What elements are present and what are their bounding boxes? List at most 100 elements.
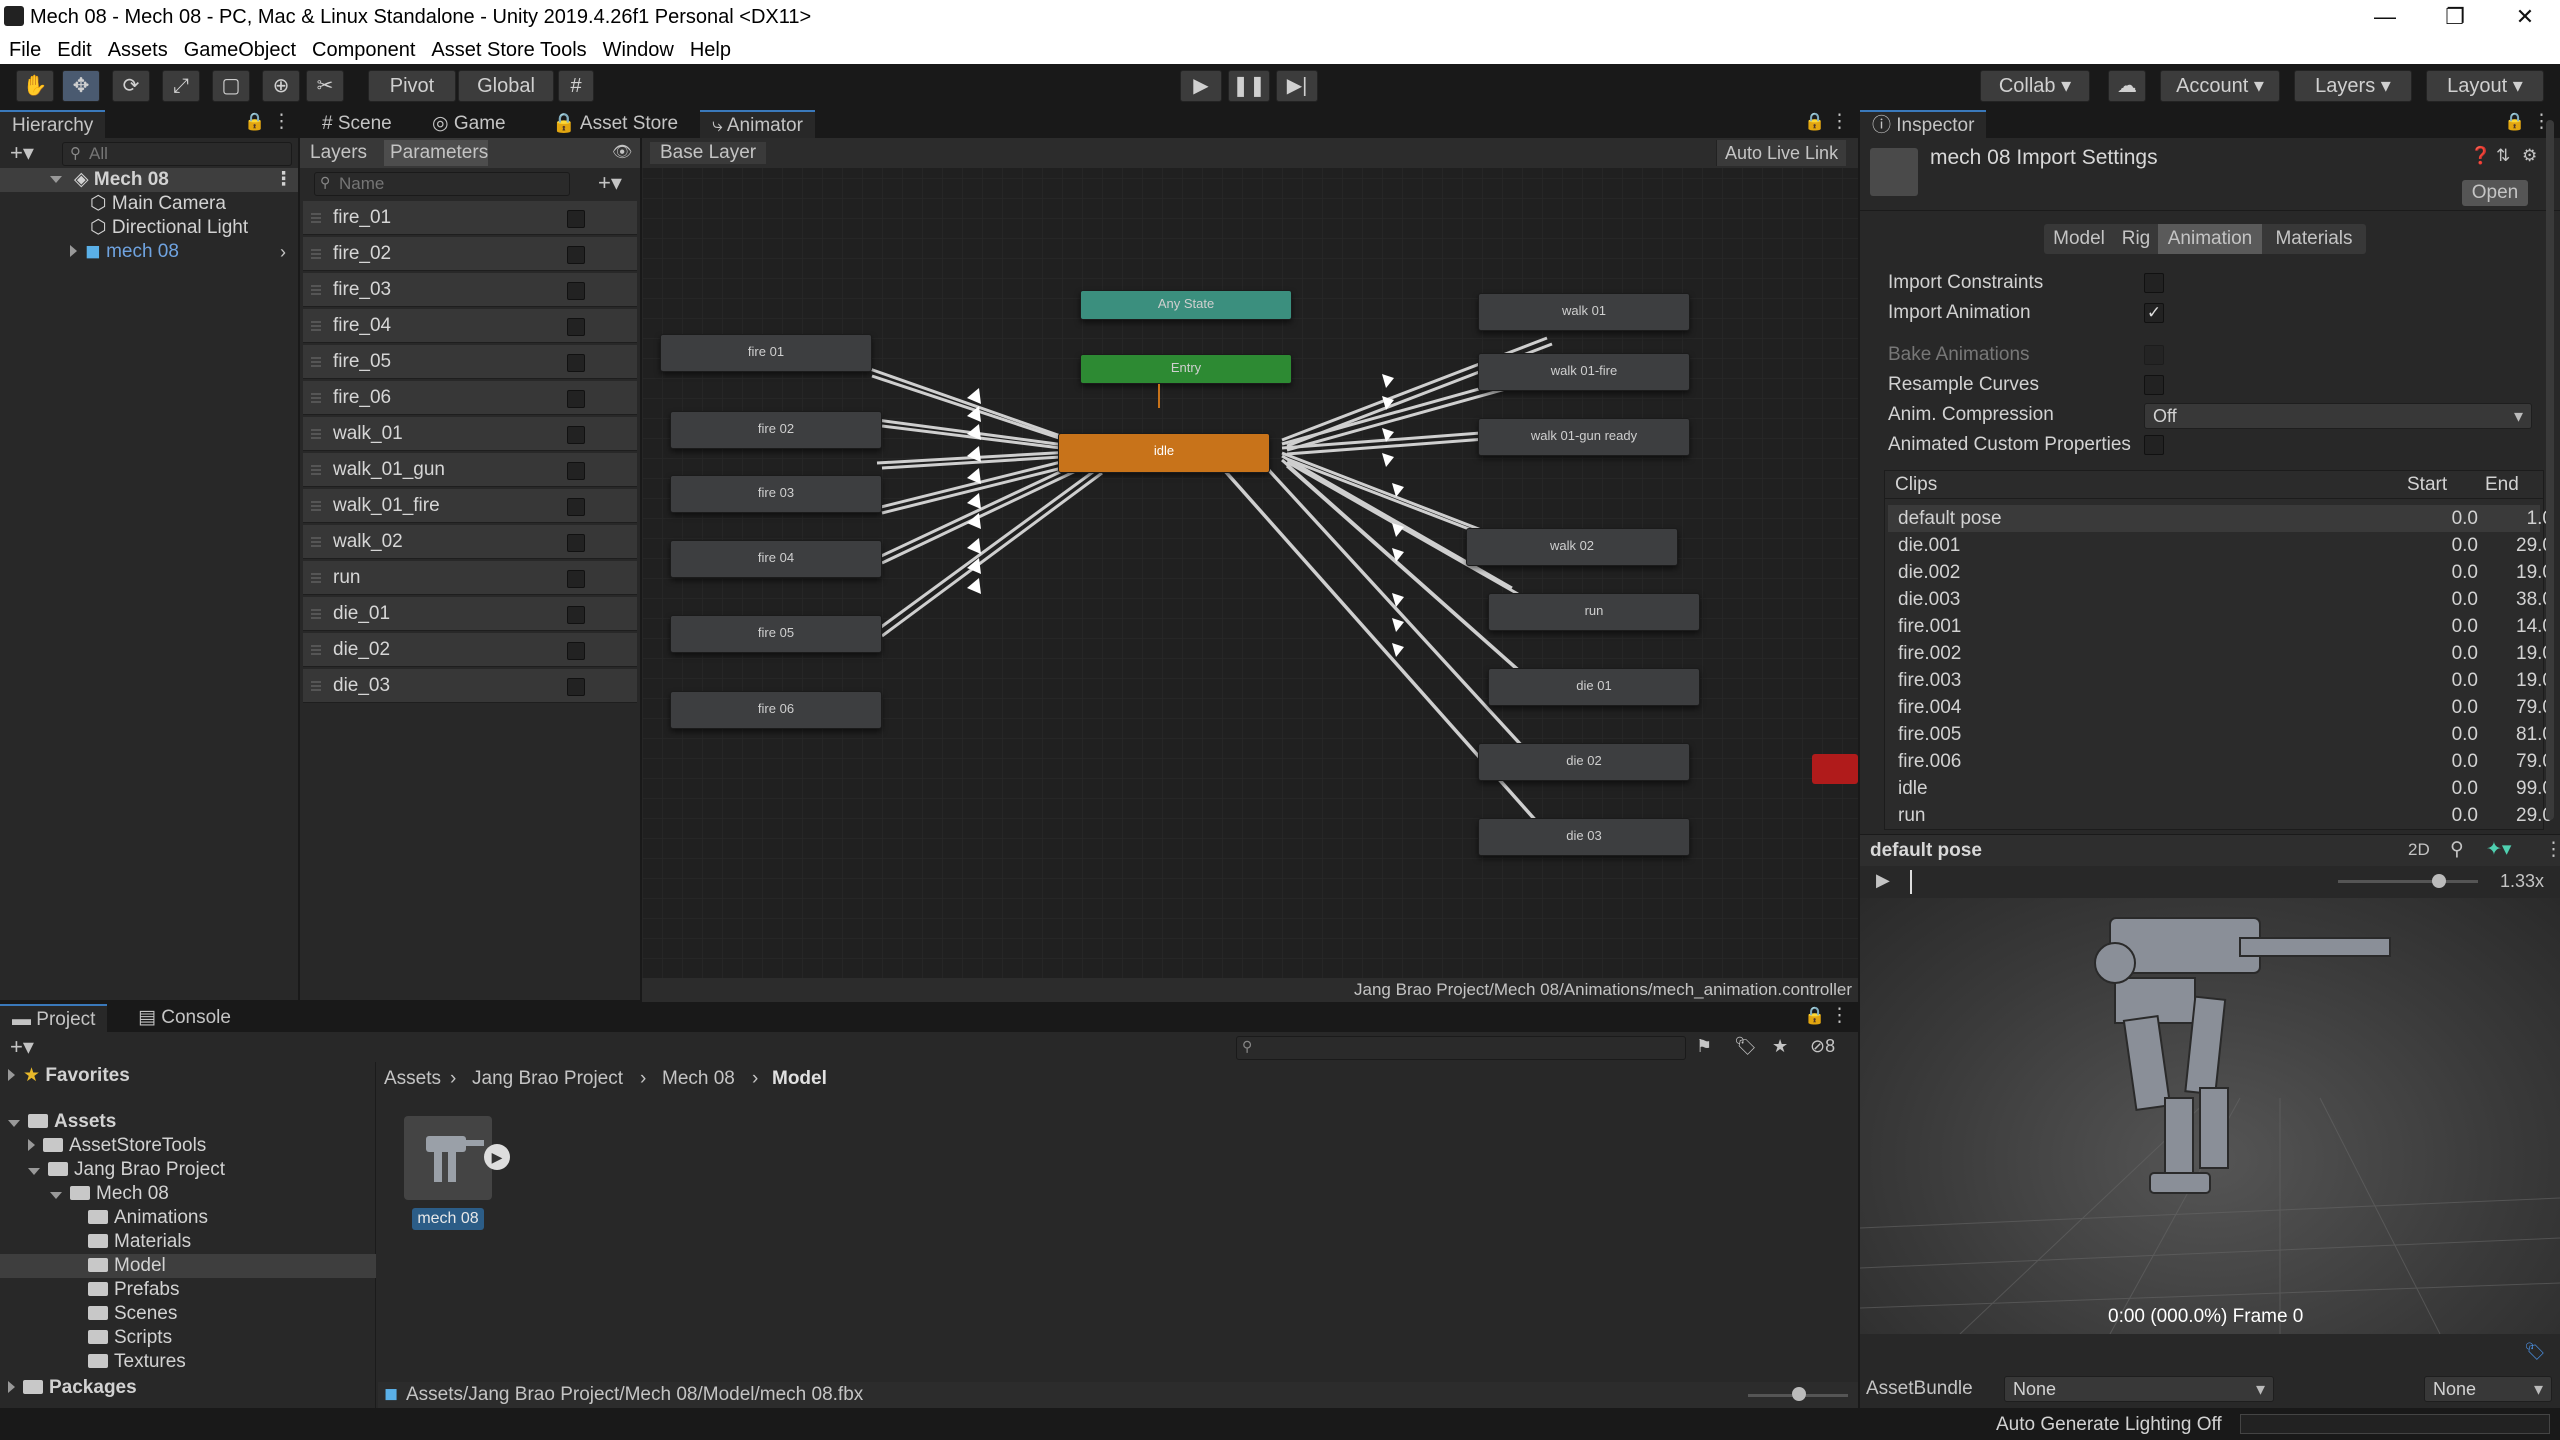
state-walk-01-gun-ready[interactable]: walk 01-gun ready	[1478, 418, 1690, 456]
tree-folder-animations[interactable]: Animations	[88, 1206, 208, 1230]
favorite-star-icon[interactable]: ★	[1772, 1036, 1788, 1057]
menu-asset-store-tools[interactable]: Asset Store Tools	[422, 34, 593, 62]
assetbundle-dropdown[interactable]: None	[2004, 1376, 2274, 1402]
parameter-checkbox[interactable]	[567, 210, 585, 228]
drag-grip-icon[interactable]	[311, 469, 321, 471]
tree-folder-prefabs[interactable]: Prefabs	[88, 1278, 179, 1302]
clip-row[interactable]: default pose 0.0 1.0	[1888, 505, 2553, 532]
tab-hierarchy[interactable]: Hierarchy	[0, 110, 106, 138]
state-fire-05[interactable]: fire 05	[670, 615, 882, 653]
animated-custom-properties-checkbox[interactable]	[2144, 435, 2164, 455]
parameter-row[interactable]: walk_01_fire	[303, 489, 637, 523]
chevron-right-icon[interactable]: ›	[280, 242, 286, 263]
drag-grip-icon[interactable]	[311, 217, 321, 219]
rotate-tool-icon[interactable]: ⟳	[112, 70, 150, 102]
bake-animations-checkbox[interactable]	[2144, 345, 2164, 365]
tab-inspector[interactable]: ⓘ Inspector	[1860, 110, 1987, 138]
parameter-checkbox[interactable]	[567, 678, 585, 696]
move-tool-icon[interactable]: ✥	[62, 70, 100, 102]
clip-row[interactable]: idle 0.0 99.0	[1888, 775, 2553, 802]
state-idle[interactable]: idle	[1058, 433, 1270, 473]
tab-model[interactable]: Model	[2044, 224, 2114, 254]
parameter-row[interactable]: fire_04	[303, 309, 637, 343]
clip-row[interactable]: fire.001 0.0 14.0	[1888, 613, 2553, 640]
drag-grip-icon[interactable]	[311, 649, 321, 651]
tree-folder-scenes[interactable]: Scenes	[88, 1302, 177, 1326]
menu-component[interactable]: Component	[303, 34, 422, 62]
project-search-input[interactable]	[1236, 1036, 1686, 1060]
drag-grip-icon[interactable]	[311, 289, 321, 291]
asset-thumbnail[interactable]	[404, 1116, 492, 1200]
layers-dropdown[interactable]: Layers ▾	[2294, 70, 2412, 102]
breadcrumb-model[interactable]: Model	[772, 1068, 827, 1090]
label-tag-icon[interactable]: 🏷	[2524, 1342, 2546, 1362]
mode-2d-toggle[interactable]: 2D	[2408, 840, 2430, 860]
panel-menu-icon[interactable]: ⋮	[272, 110, 291, 133]
state-die-03[interactable]: die 03	[1478, 818, 1690, 856]
drag-grip-icon[interactable]	[311, 433, 321, 435]
scene-row[interactable]: ◈ Mech 08 ⋮	[0, 168, 298, 192]
tab-animation[interactable]: Animation	[2158, 224, 2262, 254]
panel-menu-icon[interactable]: ⋮	[1830, 1004, 1849, 1027]
tab-rig[interactable]: Rig	[2114, 224, 2158, 254]
inspector-scrollbar[interactable]	[2546, 120, 2554, 820]
parameter-checkbox[interactable]	[567, 390, 585, 408]
tree-assets[interactable]: Assets	[8, 1110, 116, 1134]
breadcrumb-mech-08[interactable]: Mech 08	[662, 1068, 735, 1090]
clip-row[interactable]: fire.003 0.0 19.0	[1888, 667, 2553, 694]
menu-window[interactable]: Window	[594, 34, 681, 62]
breadcrumb-jang-brao-project[interactable]: Jang Brao Project	[472, 1068, 623, 1090]
filter-label-icon[interactable]: 🏷	[1734, 1036, 1757, 1057]
tab-scene[interactable]: # Scene	[310, 110, 404, 138]
parameter-row[interactable]: fire_06	[303, 381, 637, 415]
state-walk-01[interactable]: walk 01	[1478, 293, 1690, 331]
tree-folder-model[interactable]: Model	[0, 1254, 376, 1278]
tree-packages[interactable]: Packages	[8, 1376, 137, 1400]
clip-row[interactable]: die.003 0.0 38.0	[1888, 586, 2553, 613]
create-add-icon[interactable]: +▾	[10, 1034, 34, 1060]
play-button[interactable]: ▶	[1180, 70, 1222, 102]
clip-row[interactable]: die.001 0.0 29.0	[1888, 532, 2553, 559]
close-button[interactable]: ✕	[2490, 0, 2560, 34]
parameter-row[interactable]: fire_02	[303, 237, 637, 271]
lock-icon[interactable]: 🔒	[2504, 112, 2525, 132]
drag-grip-icon[interactable]	[311, 325, 321, 327]
hierarchy-item-directional-light[interactable]: ⬡ Directional Light	[90, 216, 248, 240]
tab-game[interactable]: ◎ Game	[420, 110, 518, 138]
tree-folder-textures[interactable]: Textures	[88, 1350, 186, 1374]
state-fire-01[interactable]: fire 01	[660, 334, 872, 372]
state-walk-02[interactable]: walk 02	[1466, 528, 1678, 566]
drag-grip-icon[interactable]	[311, 577, 321, 579]
pivot-icon[interactable]: ⚲	[2450, 838, 2464, 861]
open-button[interactable]: Open	[2462, 180, 2528, 206]
tab-animator[interactable]: ⤷ Animator	[700, 110, 815, 138]
parameter-search-input[interactable]	[314, 172, 570, 196]
panel-menu-icon[interactable]: ⋮	[1830, 110, 1849, 133]
tree-favorites[interactable]: ★ Favorites	[8, 1064, 130, 1088]
tab-asset-store[interactable]: 🔒 Asset Store	[540, 110, 690, 138]
grid-snap-icon[interactable]: #	[558, 70, 594, 102]
account-dropdown[interactable]: Account ▾	[2160, 70, 2280, 102]
drag-grip-icon[interactable]	[311, 541, 321, 543]
parameter-row[interactable]: walk_01_gun	[303, 453, 637, 487]
state-run[interactable]: run	[1488, 593, 1700, 631]
state-fire-02[interactable]: fire 02	[670, 411, 882, 449]
parameter-checkbox[interactable]	[567, 246, 585, 264]
icon-size-slider-handle[interactable]	[1792, 1387, 1806, 1401]
asset-name[interactable]: mech 08	[412, 1208, 484, 1230]
scene-menu-icon[interactable]: ⋮	[274, 168, 293, 192]
animator-graph[interactable]: Base Layer Auto Live Link Any State Entr…	[642, 138, 1858, 1000]
help-icon[interactable]: ❓	[2470, 146, 2491, 166]
presets-icon[interactable]: ⇅	[2496, 146, 2510, 166]
speed-slider[interactable]	[2338, 880, 2478, 883]
state-fire-06[interactable]: fire 06	[670, 691, 882, 729]
resample-curves-checkbox[interactable]	[2144, 375, 2164, 395]
tab-materials[interactable]: Materials	[2262, 224, 2366, 254]
state-any-state[interactable]: Any State	[1080, 290, 1292, 320]
create-add-icon[interactable]: +▾	[10, 140, 34, 166]
import-constraints-checkbox[interactable]	[2144, 273, 2164, 293]
tree-assetstoretools[interactable]: AssetStoreTools	[28, 1134, 206, 1158]
state-fire-03[interactable]: fire 03	[670, 475, 882, 513]
speed-slider-handle[interactable]	[2432, 874, 2446, 888]
drag-grip-icon[interactable]	[311, 505, 321, 507]
